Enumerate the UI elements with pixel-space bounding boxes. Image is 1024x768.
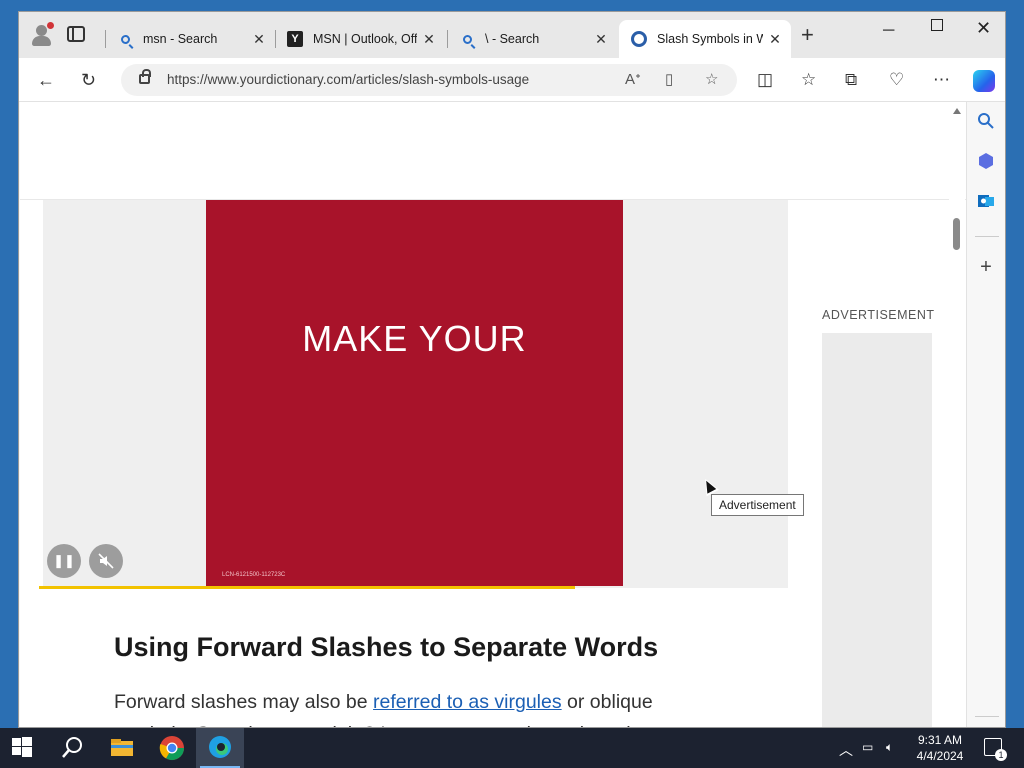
split-screen-icon[interactable]: ◫ [757, 70, 773, 90]
browser-essentials-icon[interactable]: ♡ [889, 70, 904, 90]
notification-center-icon[interactable]: 1 [984, 738, 1007, 761]
video-ad-frame[interactable]: MAKE YOUR LCN-6121500-112723C [206, 200, 623, 586]
address-bar[interactable]: https://www.yourdictionary.com/articles/… [121, 64, 737, 96]
vertical-scrollbar[interactable] [949, 102, 965, 727]
tab-actions-icon[interactable] [67, 26, 85, 42]
video-ad-code: LCN-6121500-112723C [222, 572, 286, 578]
refresh-icon[interactable]: ↻ [81, 70, 96, 91]
search-icon [459, 31, 475, 47]
top-ad-banner [20, 102, 966, 200]
search-icon[interactable] [60, 734, 88, 762]
virgules-link[interactable]: referred to as virgules [373, 691, 562, 713]
close-tab-icon[interactable]: ✕ [417, 31, 441, 48]
video-ad-headline: MAKE YOUR [302, 318, 527, 359]
tab-msn-outlook[interactable]: Y MSN | Outlook, Offi ✕ [275, 20, 445, 58]
edge-icon [209, 736, 231, 758]
show-hidden-icons-icon[interactable]: ︿ [839, 740, 853, 760]
close-tab-icon[interactable]: ✕ [247, 31, 271, 48]
video-ad-player[interactable]: MAKE YOUR LCN-6121500-112723C ❚❚ [43, 200, 788, 588]
volume-muted-icon[interactable]: 🔈︎ [886, 740, 893, 755]
back-arrow-icon[interactable]: ← [37, 70, 55, 91]
close-window-icon[interactable]: ✕ [976, 18, 991, 39]
chrome-icon[interactable] [158, 734, 186, 762]
collections-icon[interactable]: ⧉ [845, 70, 857, 90]
add-app-icon[interactable]: + [975, 256, 997, 278]
lock-icon[interactable] [139, 69, 151, 84]
tab-label: msn - Search [143, 32, 218, 46]
clock-time: 9:31 AM [917, 733, 963, 747]
maximize-icon[interactable] [931, 19, 943, 31]
notification-count-badge: 1 [995, 749, 1007, 761]
paragraph-text: Forward slashes may also be [114, 691, 374, 713]
favorites-icon[interactable]: ☆ [801, 70, 816, 90]
scroll-up-arrow-icon[interactable] [953, 108, 961, 114]
tab-slash-symbols[interactable]: Slash Symbols in Wo ✕ [619, 20, 791, 58]
close-tab-icon[interactable]: ✕ [763, 31, 787, 48]
page-content: MAKE YOUR LCN-6121500-112723C ❚❚ ADVERTI… [20, 102, 966, 727]
sidebar-divider [975, 716, 999, 717]
sidebar-ad[interactable] [822, 333, 932, 727]
advertisement-tooltip: Advertisement [711, 494, 804, 516]
search-icon[interactable] [975, 110, 997, 132]
msn-logo-icon: Y [287, 31, 303, 47]
yourdictionary-icon [631, 31, 647, 47]
immersive-reader-icon[interactable]: ▯ [665, 70, 673, 88]
copilot-app-icon[interactable] [975, 150, 997, 172]
muted-speaker-icon [98, 553, 114, 569]
network-icon[interactable]: ▭ [862, 740, 873, 754]
edge-taskbar-button[interactable] [196, 728, 244, 768]
tab-label: \ - Search [485, 32, 540, 46]
tab-label: Slash Symbols in Wo [657, 32, 763, 46]
tab-msn-search[interactable]: msn - Search ✕ [105, 20, 275, 58]
profile-avatar-icon[interactable] [29, 22, 55, 48]
search-icon [117, 31, 133, 47]
new-tab-icon[interactable]: + [801, 24, 814, 46]
clock-date: 4/4/2024 [916, 749, 964, 763]
favorite-star-icon[interactable]: ☆ [705, 70, 718, 88]
pause-button[interactable]: ❚❚ [47, 544, 81, 578]
navigation-toolbar: ← ↻ https://www.yourdictionary.com/artic… [19, 58, 1005, 102]
scrollbar-thumb[interactable] [953, 218, 960, 250]
url-text[interactable]: https://www.yourdictionary.com/articles/… [167, 72, 529, 87]
tab-label: MSN | Outlook, Offi [313, 32, 417, 46]
more-options-icon[interactable]: ⋯ [933, 70, 950, 90]
minimize-icon[interactable]: ─ [883, 22, 894, 40]
mute-button[interactable] [89, 544, 123, 578]
tab-bar: msn - Search ✕ Y MSN | Outlook, Offi ✕ \… [19, 12, 1005, 58]
article-paragraph: Forward slashes may also be referred to … [114, 686, 714, 727]
article-heading: Using Forward Slashes to Separate Words [114, 632, 659, 662]
windows-taskbar: ︿ ▭ 🔈︎ 9:31 AM 4/4/2024 1 [0, 728, 1024, 768]
tab-backslash-search[interactable]: \ - Search ✕ [447, 20, 617, 58]
system-clock[interactable]: 9:31 AM 4/4/2024 [912, 732, 968, 764]
edge-sidebar: + [966, 102, 1005, 727]
copilot-icon[interactable] [973, 70, 995, 92]
close-tab-icon[interactable]: ✕ [589, 31, 613, 48]
read-aloud-icon[interactable]: Aᐩ [625, 70, 641, 88]
advertisement-label: ADVERTISEMENT [822, 308, 935, 322]
video-progress-bar[interactable] [39, 586, 575, 589]
sidebar-divider [975, 236, 999, 237]
outlook-icon[interactable] [975, 190, 997, 212]
start-windows-icon[interactable] [12, 737, 34, 759]
file-explorer-icon[interactable] [108, 734, 136, 762]
browser-window: msn - Search ✕ Y MSN | Outlook, Offi ✕ \… [18, 11, 1006, 728]
